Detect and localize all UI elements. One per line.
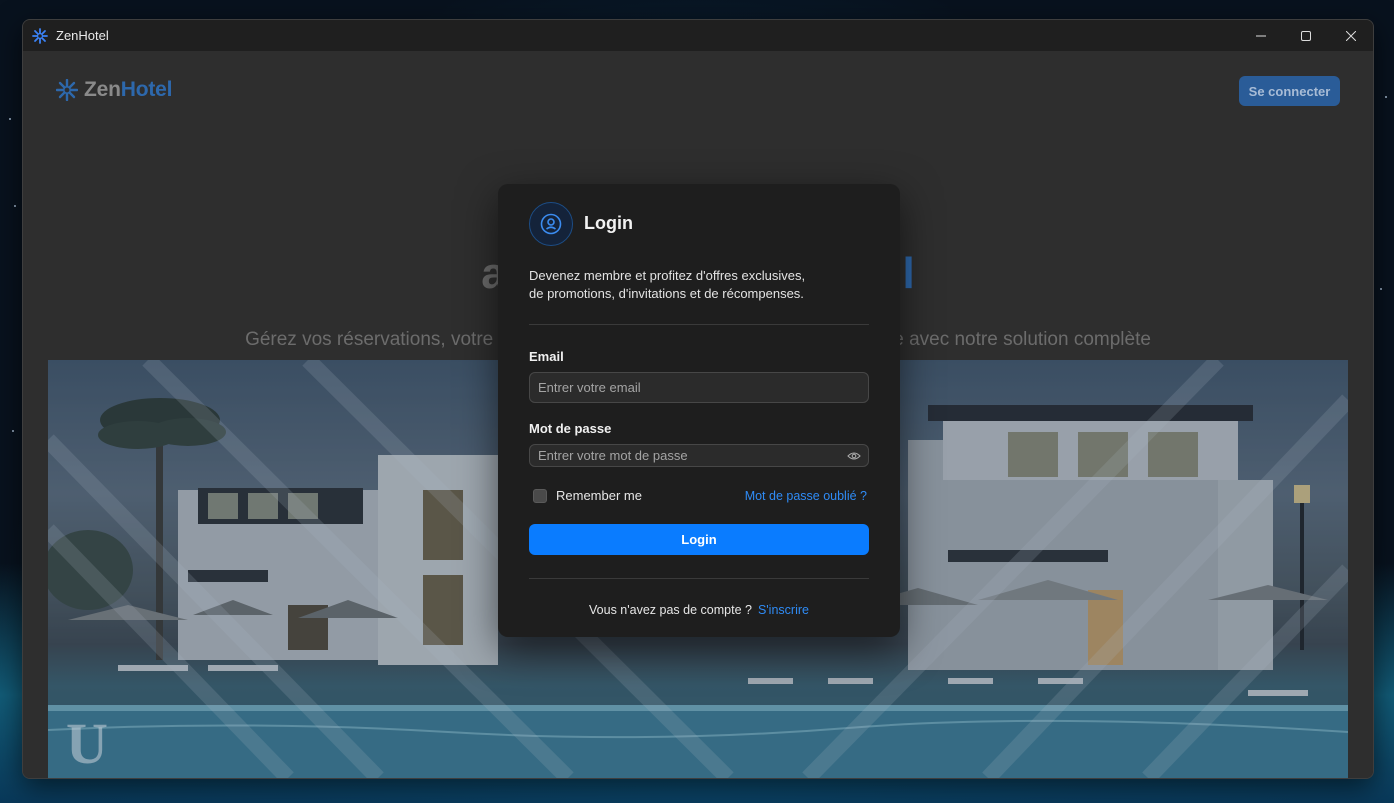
login-title: Login	[584, 213, 633, 233]
brand-name-hotel: Hotel	[120, 78, 173, 101]
login-description: Devenez membre et profitez d'offres excl…	[529, 267, 849, 303]
wallpaper-star	[1385, 96, 1387, 98]
minimize-button[interactable]	[1238, 20, 1283, 51]
app-window: ZenHotel ZenHotel Se connecter il Gérez …	[22, 19, 1374, 779]
window-controls	[1238, 20, 1373, 51]
login-button[interactable]: Login	[529, 524, 869, 555]
remember-me[interactable]: Remember me	[533, 488, 642, 503]
divider	[529, 578, 869, 579]
wallpaper-star	[1380, 288, 1382, 290]
close-button[interactable]	[1328, 20, 1373, 51]
window-titlebar[interactable]: ZenHotel	[23, 20, 1373, 51]
brand-name-zen: Zen	[84, 78, 121, 101]
login-description-line1: Devenez membre et profitez d'offres excl…	[529, 268, 806, 283]
brand-logo[interactable]: ZenHotel	[56, 78, 172, 102]
no-account-text: Vous n'avez pas de compte ?	[589, 603, 752, 617]
remember-checkbox[interactable]	[533, 488, 547, 503]
divider	[529, 324, 869, 325]
close-icon	[1345, 30, 1356, 41]
maximize-icon	[1300, 30, 1311, 41]
zenhotel-app-icon	[32, 27, 48, 44]
image-watermark: U	[66, 711, 108, 776]
signup-row: Vous n'avez pas de compte ? S'inscrire	[498, 603, 900, 617]
password-label: Mot de passe	[529, 421, 612, 436]
login-modal: Login Devenez membre et profitez d'offre…	[498, 184, 900, 637]
user-circle-icon	[529, 202, 573, 246]
maximize-button[interactable]	[1283, 20, 1328, 51]
eye-icon[interactable]	[847, 451, 861, 461]
wallpaper-star	[14, 205, 16, 207]
hero-subtitle-right: e avec notre solution complète	[893, 329, 1151, 350]
window-title: ZenHotel	[56, 28, 109, 43]
brand-name: ZenHotel	[84, 78, 172, 102]
forgot-password-link[interactable]: Mot de passe oublié ?	[745, 489, 867, 503]
app-content: ZenHotel Se connecter avil Gérez vos rés…	[23, 51, 1373, 778]
wallpaper-star	[9, 118, 11, 120]
email-label: Email	[529, 349, 564, 364]
signup-link[interactable]: S'inscrire	[758, 603, 809, 617]
login-description-line2: de promotions, d'invitations et de récom…	[529, 286, 804, 301]
minimize-icon	[1255, 35, 1266, 36]
email-input[interactable]	[529, 372, 869, 403]
connect-button[interactable]: Se connecter	[1239, 76, 1340, 106]
hero-subtitle-left: Gérez vos réservations, votre	[245, 329, 494, 350]
password-input[interactable]	[529, 444, 869, 467]
zenhotel-logo-icon	[56, 79, 78, 101]
wallpaper-star	[12, 430, 14, 432]
remember-label: Remember me	[556, 488, 642, 503]
